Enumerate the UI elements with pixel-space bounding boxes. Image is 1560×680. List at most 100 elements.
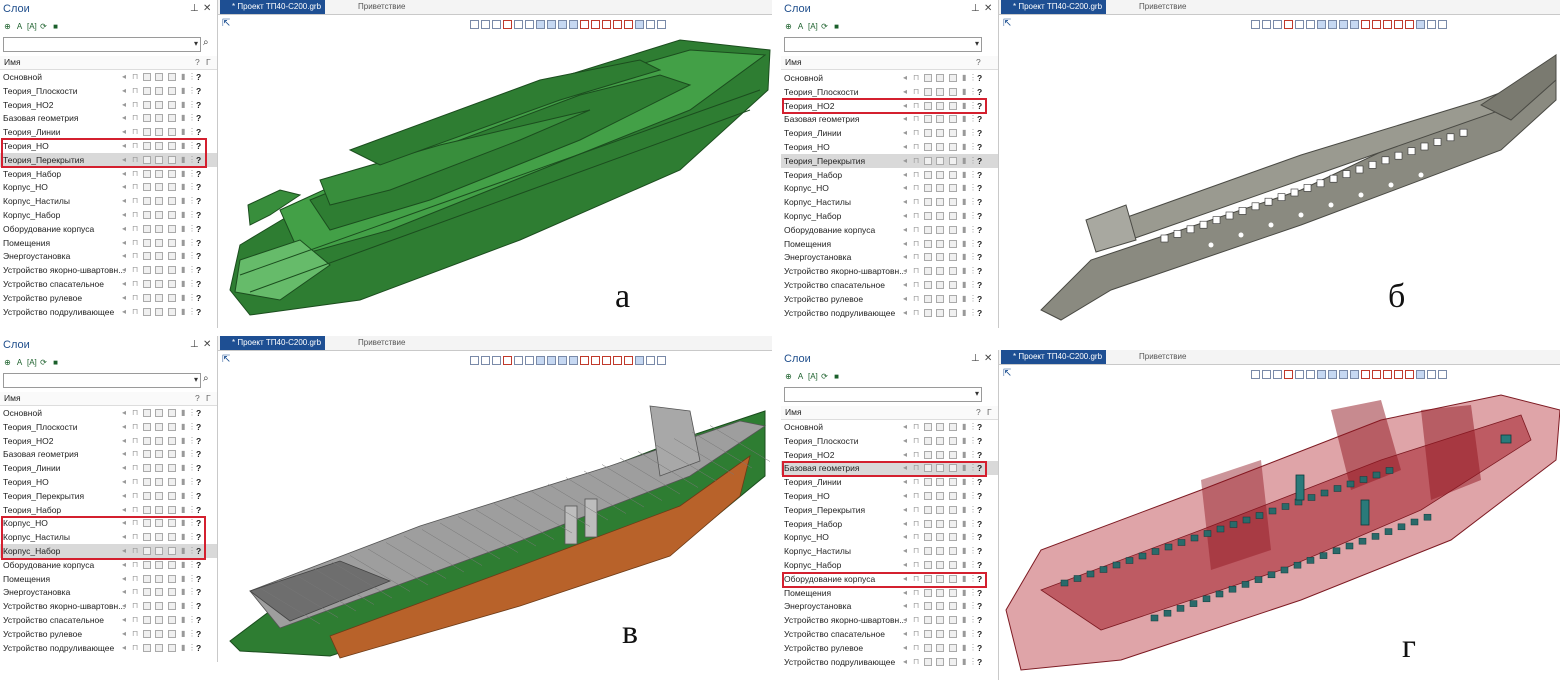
help-icon[interactable]: ? xyxy=(977,503,982,517)
visibility-icon[interactable]: ◂ xyxy=(903,195,907,209)
layer-row[interactable]: Теория_Линии ◂ ⊓ ▮ ⋮? xyxy=(781,126,998,140)
layer-box-icon[interactable] xyxy=(936,533,944,542)
color-icon[interactable]: ▮ xyxy=(181,585,185,599)
level-icon[interactable]: ⋮ xyxy=(969,530,977,544)
visibility-icon[interactable]: ◂ xyxy=(903,237,907,251)
layer-box-icon[interactable] xyxy=(949,212,957,220)
layer-row[interactable]: Теория_Линии ◂ ⊓ ▮ ⋮? xyxy=(0,461,217,475)
visibility-icon[interactable]: ◂ xyxy=(122,475,126,489)
view-tool-icon[interactable] xyxy=(1295,19,1304,29)
lock-icon[interactable]: ⊓ xyxy=(132,291,138,305)
layer-box-icon[interactable] xyxy=(155,73,163,81)
layer-box-icon[interactable] xyxy=(936,87,944,96)
color-icon[interactable]: ▮ xyxy=(181,111,185,125)
viewport-3d[interactable] xyxy=(1001,30,1560,328)
visibility-icon[interactable]: ◂ xyxy=(903,181,907,195)
color-icon[interactable]: ▮ xyxy=(962,292,966,306)
level-icon[interactable]: ⋮ xyxy=(188,420,196,434)
help-icon[interactable]: ? xyxy=(977,292,982,306)
view-tool-icon[interactable] xyxy=(1339,19,1348,29)
view-tool-icon[interactable] xyxy=(1394,19,1403,29)
layer-box-icon[interactable] xyxy=(168,252,176,261)
visibility-icon[interactable]: ◂ xyxy=(903,613,907,627)
tab-project[interactable]: * Проект ТП40-С200.grb xyxy=(220,0,326,14)
lock-icon[interactable]: ⊓ xyxy=(913,292,919,306)
layer-box-icon[interactable] xyxy=(949,602,957,611)
layer-row[interactable]: Устройство спасательное ◂ ⊓ ▮ ⋮? xyxy=(0,613,217,627)
filter-icon[interactable]: [A] xyxy=(27,22,37,31)
help-icon[interactable]: ? xyxy=(977,489,982,503)
layer-box-icon[interactable] xyxy=(936,423,944,431)
level-icon[interactable]: ⋮ xyxy=(969,641,977,655)
layer-box-icon[interactable] xyxy=(168,422,176,431)
level-icon[interactable]: ⋮ xyxy=(969,168,977,182)
view-tool-icon[interactable] xyxy=(1284,369,1293,379)
level-icon[interactable]: ⋮ xyxy=(969,613,977,627)
visibility-icon[interactable]: ◂ xyxy=(122,599,126,613)
layer-row[interactable]: Устройство подруливающее ◂ ⊓ ▮ ⋮? xyxy=(781,306,998,320)
layer-box-icon[interactable] xyxy=(924,630,932,638)
layer-box-icon[interactable] xyxy=(155,100,163,109)
layer-box-icon[interactable] xyxy=(155,280,163,288)
layer-box-icon[interactable] xyxy=(924,198,932,207)
view-tool-icon[interactable] xyxy=(1273,369,1282,379)
color-icon[interactable]: ▮ xyxy=(962,627,966,641)
color-icon[interactable]: ▮ xyxy=(962,195,966,209)
level-icon[interactable]: ⋮ xyxy=(969,292,977,306)
axis-icon[interactable]: ⇱ xyxy=(1003,18,1011,29)
visibility-icon[interactable]: ◂ xyxy=(122,572,126,586)
layer-box-icon[interactable] xyxy=(168,560,176,569)
color-icon[interactable]: ▮ xyxy=(181,236,185,250)
layer-box-icon[interactable] xyxy=(936,450,944,459)
view-tool-icon[interactable] xyxy=(1306,369,1315,379)
layer-box-icon[interactable] xyxy=(143,602,151,611)
layer-box-icon[interactable] xyxy=(168,436,176,445)
lock-icon[interactable]: ⊓ xyxy=(913,503,919,517)
close-icon[interactable]: ✕ xyxy=(984,3,992,14)
visibility-icon[interactable]: ◂ xyxy=(903,140,907,154)
lock-icon[interactable]: ⊓ xyxy=(913,140,919,154)
layer-box-icon[interactable] xyxy=(936,225,944,234)
layer-box-icon[interactable] xyxy=(949,87,957,96)
view-tool-icon[interactable] xyxy=(635,355,644,365)
chevron-down-icon[interactable]: ▾ xyxy=(975,389,979,398)
layer-box-icon[interactable] xyxy=(949,561,957,569)
layer-box-icon[interactable] xyxy=(143,266,151,275)
lock-icon[interactable]: ⊓ xyxy=(913,599,919,613)
lock-icon[interactable]: ⊓ xyxy=(132,627,138,641)
tab-welcome[interactable]: Приветствие xyxy=(1139,350,1186,364)
level-icon[interactable]: ⋮ xyxy=(188,84,196,98)
refresh-icon[interactable]: ⟳ xyxy=(820,372,829,381)
layer-row[interactable]: Теория_Набор ◂ ⊓ ▮ ⋮? xyxy=(0,167,217,181)
lock-icon[interactable]: ⊓ xyxy=(132,641,138,655)
visibility-icon[interactable]: ◂ xyxy=(122,222,126,236)
color-icon[interactable]: ▮ xyxy=(181,627,185,641)
view-tool-icon[interactable] xyxy=(536,19,545,29)
color-icon[interactable]: ▮ xyxy=(962,448,966,462)
help-icon[interactable]: ? xyxy=(196,475,201,489)
lock-icon[interactable]: ⊓ xyxy=(913,85,919,99)
view-tool-icon[interactable] xyxy=(1405,19,1414,29)
layer-box-icon[interactable] xyxy=(168,505,176,514)
layer-box-icon[interactable] xyxy=(168,450,176,459)
visibility-icon[interactable]: ◂ xyxy=(903,264,907,278)
layer-box-icon[interactable] xyxy=(949,184,957,193)
help-icon[interactable]: ? xyxy=(977,544,982,558)
lock-icon[interactable]: ⊓ xyxy=(132,305,138,319)
level-icon[interactable]: ⋮ xyxy=(188,613,196,627)
layer-row[interactable]: Устройство якорно-швартовн... ◂ ⊓ ▮ ⋮? xyxy=(0,599,217,613)
color-icon[interactable]: ▮ xyxy=(962,237,966,251)
view-tool-icon[interactable] xyxy=(1394,369,1403,379)
help-icon[interactable]: ? xyxy=(196,305,201,319)
layer-box-icon[interactable] xyxy=(168,464,176,473)
view-tool-icon[interactable] xyxy=(1416,19,1425,29)
lock-icon[interactable]: ⊓ xyxy=(913,558,919,572)
layer-box-icon[interactable] xyxy=(143,588,151,597)
layer-row[interactable]: Теория_Набор ◂ ⊓ ▮ ⋮? xyxy=(0,503,217,517)
color-icon[interactable]: ▮ xyxy=(962,517,966,531)
color-icon[interactable]: ▮ xyxy=(962,209,966,223)
level-icon[interactable]: ⋮ xyxy=(969,434,977,448)
view-tool-icon[interactable] xyxy=(591,19,600,29)
layer-box-icon[interactable] xyxy=(143,128,151,137)
add-layer-icon[interactable]: ⊕ xyxy=(3,22,12,31)
